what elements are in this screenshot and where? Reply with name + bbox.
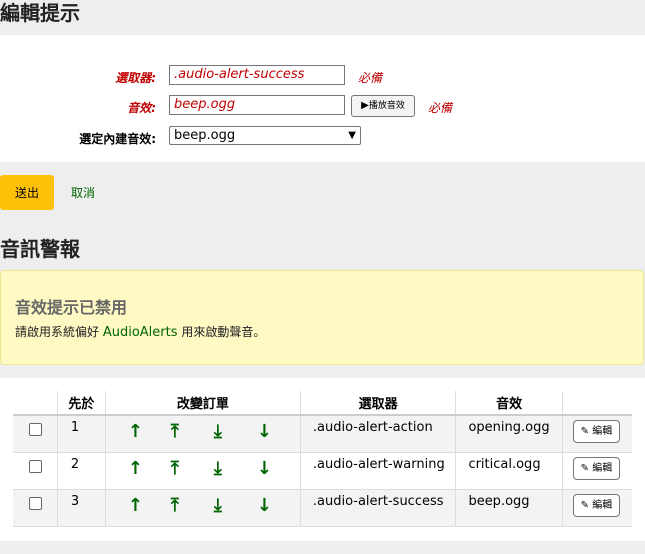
actions-cell: ✎ 編輯 [561,489,632,527]
selector-cell: .audio-alert-success [299,489,456,527]
header-select [13,391,58,416]
pencil-icon: ✎ [580,500,590,511]
chevron-down-icon: ▼ [348,130,356,141]
selector-label: 選取器: [115,71,156,85]
audioalerts-preference-link[interactable]: AudioAlerts [103,325,178,340]
builtin-sound-label: 選定內建音效: [79,132,156,146]
selector-cell: .audio-alert-warning [299,452,456,490]
row-checkbox-cell [13,489,58,527]
change-order-cell: ↑ ⤒ ⤓ ↓ [104,489,301,527]
page-footer-strip [0,541,645,554]
table-header-row: 先於 改變訂單 選取器 音效 [13,391,632,416]
order-arrows: ↑ ⤒ ⤓ ↓ [106,416,300,442]
edit-alert-form: 選取器: .audio-alert-success 必備 音效: beep.og… [0,35,645,162]
builtin-sound-row: 選定內建音效: beep.ogg ▼ [0,126,645,150]
submit-button[interactable]: 送出 [0,175,54,210]
precedence-cell: 2 [56,452,106,490]
edit-label: 編輯 [592,500,613,511]
selector-required-note: 必備 [358,71,383,85]
edit-button[interactable]: ✎ 編輯 [572,420,620,443]
builtin-sound-select[interactable]: beep.ogg ▼ [169,126,361,145]
pencil-icon: ✎ [580,426,590,437]
alert-message-prefix: 請啟用系統偏好 [15,325,103,339]
audio-alerts-table-panel: 先於 改變訂單 選取器 音效 1 ↑ ⤒ ⤓ ↓ .audio-alert-ac… [0,378,645,541]
selector-value: .audio-alert-action [312,420,433,435]
selector-input[interactable]: .audio-alert-success [169,65,345,85]
change-order-cell: ↑ ⤒ ⤓ ↓ [104,452,301,490]
edit-button[interactable]: ✎ 編輯 [572,494,620,517]
move-down-icon[interactable]: ↓ [257,459,300,479]
precedence-value: 1 [70,420,80,435]
move-down-icon[interactable]: ↓ [257,422,300,442]
change-order-cell: ↑ ⤒ ⤓ ↓ [104,415,301,453]
cancel-link[interactable]: 取消 [71,184,95,201]
pencil-icon: ✎ [580,463,590,474]
sound-cell: beep.ogg [455,489,563,527]
move-top-icon[interactable]: ⤒ [171,459,214,479]
table-row: 2 ↑ ⤒ ⤓ ↓ .audio-alert-warning critical.… [13,452,632,490]
precedence-value: 2 [70,457,80,472]
order-arrows: ↑ ⤒ ⤓ ↓ [106,453,300,479]
move-down-icon[interactable]: ↓ [257,496,300,516]
alert-message-suffix: 用來啟動聲音。 [177,325,266,339]
audio-disabled-alert: 音效提示已禁用 請啟用系統偏好 AudioAlerts 用來啟動聲音。 [0,270,644,365]
header-actions [561,391,632,416]
selector-row: 選取器: .audio-alert-success 必備 [0,65,645,89]
page-title-edit-alert: 編輯提示 [0,1,80,25]
alert-message: 請啟用系統偏好 AudioAlerts 用來啟動聲音。 [15,323,265,340]
selector-cell: .audio-alert-action [299,415,456,453]
row-checkbox[interactable] [29,423,42,436]
edit-label: 編輯 [592,463,613,474]
header-sound: 音效 [455,391,563,416]
sound-cell: critical.ogg [455,452,563,490]
move-bottom-icon[interactable]: ⤓ [214,422,257,442]
move-up-icon[interactable]: ↑ [128,422,171,442]
sound-value: opening.ogg [468,420,550,435]
move-bottom-icon[interactable]: ⤓ [214,496,257,516]
table-row: 1 ↑ ⤒ ⤓ ↓ .audio-alert-action opening.og… [13,415,632,453]
sound-required-note: 必備 [428,101,453,115]
actions-cell: ✎ 編輯 [561,415,632,453]
header-selector: 選取器 [299,391,456,416]
header-change-order: 改變訂單 [104,391,301,416]
edit-button[interactable]: ✎ 編輯 [572,457,620,480]
row-checkbox-cell [13,452,58,490]
alert-title: 音效提示已禁用 [15,298,128,317]
sound-cell: opening.ogg [455,415,563,453]
sound-value: beep.ogg [468,494,530,509]
precedence-value: 3 [70,494,80,509]
play-sound-button[interactable]: ▶播放音效 [351,95,415,117]
sound-value: critical.ogg [468,457,541,472]
precedence-cell: 1 [56,415,106,453]
selector-value: .audio-alert-warning [312,457,445,472]
order-arrows: ↑ ⤒ ⤓ ↓ [106,490,300,516]
move-up-icon[interactable]: ↑ [128,496,171,516]
move-top-icon[interactable]: ⤒ [171,422,214,442]
play-icon: ▶ [361,100,369,111]
audio-alerts-table: 先於 改變訂單 選取器 音效 1 ↑ ⤒ ⤓ ↓ .audio-alert-ac… [13,391,632,527]
header-precedence: 先於 [56,391,106,416]
selector-value: .audio-alert-success [312,494,444,509]
move-bottom-icon[interactable]: ⤓ [214,459,257,479]
sound-label: 音效: [127,101,156,115]
edit-label: 編輯 [592,426,613,437]
sound-input[interactable]: beep.ogg [169,95,345,115]
move-top-icon[interactable]: ⤒ [171,496,214,516]
row-checkbox[interactable] [29,497,42,510]
sound-row: 音效: beep.ogg ▶播放音效 必備 [0,95,645,119]
page-title-audio-alerts: 音訊警報 [0,237,80,261]
precedence-cell: 3 [56,489,106,527]
row-checkbox-cell [13,415,58,453]
actions-cell: ✎ 編輯 [561,452,632,490]
row-checkbox[interactable] [29,460,42,473]
play-sound-label: 播放音效 [368,101,405,111]
move-up-icon[interactable]: ↑ [128,459,171,479]
builtin-sound-selected: beep.ogg [174,128,236,143]
table-row: 3 ↑ ⤒ ⤓ ↓ .audio-alert-success beep.ogg … [13,489,632,527]
